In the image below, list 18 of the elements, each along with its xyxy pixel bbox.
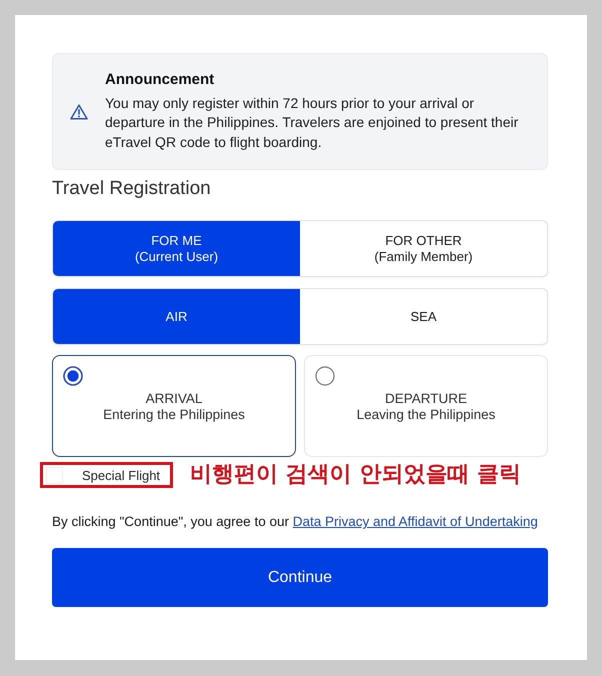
- checkbox[interactable]: [46, 466, 63, 484]
- segment-tab[interactable]: FOR OTHER (Family Member): [300, 221, 547, 276]
- announcement-title: Announcement: [105, 70, 216, 89]
- annotation-text: 비행편이 검색이 안되었을때 클릭: [190, 462, 521, 488]
- announcement-message: You may only register within 72 hours prior to your arrival or departure in the Philippines. Travelers are enjoined to present their eTravel QR code to flight boarding.: [105, 94, 520, 152]
- segment-tab[interactable]: FOR ME (Current User): [53, 221, 300, 276]
- checkbox-label: Special Flight: [82, 468, 160, 482]
- consent-text: By clicking "Continue", you agree to our Data Privacy and Affidavit of Undertaking: [52, 514, 539, 530]
- direction-option-card[interactable]: ARRIVAL Entering the Philippines: [52, 355, 296, 457]
- privacy-link[interactable]: Data Privacy and Affidavit of Undertaking: [292, 514, 538, 529]
- segment-tab[interactable]: AIR: [53, 289, 300, 344]
- segment-tab[interactable]: SEA: [300, 289, 547, 344]
- radio-button[interactable]: [63, 366, 83, 386]
- continue-button[interactable]: Continue: [52, 548, 548, 607]
- section-heading: Travel Registration: [52, 178, 212, 200]
- radio-button[interactable]: [315, 366, 335, 386]
- warning-icon: [70, 104, 88, 120]
- direction-option-card[interactable]: DEPARTURE Leaving the Philippines: [304, 355, 548, 457]
